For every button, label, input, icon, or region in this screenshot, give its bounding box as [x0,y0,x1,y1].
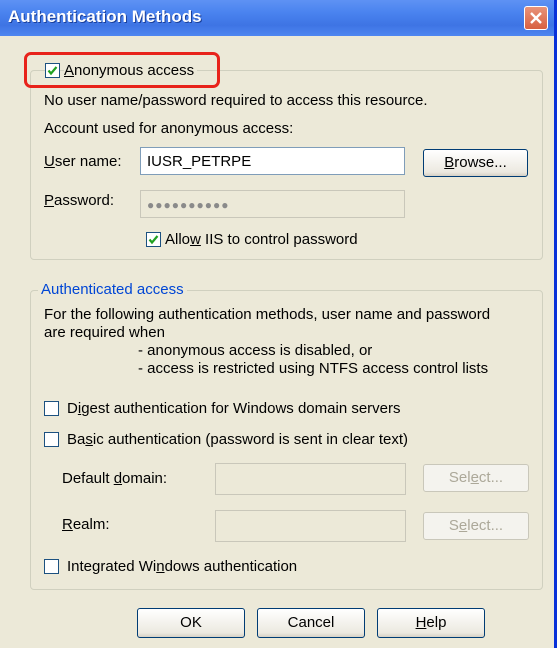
browse-button[interactable]: Browse... [423,149,528,177]
integrated-windows-authentication-label[interactable]: Integrated Windows authentication [67,558,297,575]
ok-button[interactable]: OK [137,608,245,638]
username-label: User name: [44,153,122,170]
realm-label: Realm: [62,516,110,533]
authenticated-description-bullet1: - anonymous access is disabled, or [138,342,373,359]
integrated-windows-authentication-checkbox[interactable] [44,559,59,574]
window-title: Authentication Methods [8,7,202,26]
close-icon [530,12,542,24]
select-domain-button[interactable]: Select... [423,464,529,492]
annotation-highlight-box [24,52,220,88]
authenticated-description-line1: For the following authentication methods… [44,306,491,323]
digest-authentication-checkbox[interactable] [44,401,59,416]
realm-field[interactable] [215,510,406,542]
default-domain-field[interactable] [215,463,406,495]
password-label: Password: [44,192,115,209]
authenticated-access-legend: Authenticated access [38,281,187,298]
digest-authentication-label[interactable]: Digest authentication for Windows domain… [67,400,401,417]
authentication-methods-dialog: Authentication Methods Anonymous access … [0,0,557,648]
cancel-button[interactable]: Cancel [257,608,365,638]
username-field[interactable]: IUSR_PETRPE [140,147,405,175]
anonymous-description: No user name/password required to access… [44,92,428,109]
help-button[interactable]: Help [377,608,485,638]
default-domain-label: Default domain: [62,470,168,487]
select-realm-button[interactable]: Select... [423,512,529,540]
basic-authentication-label[interactable]: Basic authentication (password is sent i… [67,431,408,448]
title-bar[interactable]: Authentication Methods [0,0,554,36]
authenticated-description-line2: are required when [44,324,165,341]
basic-authentication-checkbox[interactable] [44,432,59,447]
allow-iis-control-password-label[interactable]: Allow IIS to control password [165,231,358,248]
checkmark-icon [148,235,159,245]
account-label: Account used for anonymous access: [44,120,294,137]
authenticated-description-bullet2: - access is restricted using NTFS access… [138,360,489,377]
close-button[interactable] [524,6,548,30]
password-field[interactable]: ●●●●●●●●●● [140,190,405,218]
allow-iis-control-password-checkbox[interactable] [146,232,161,247]
